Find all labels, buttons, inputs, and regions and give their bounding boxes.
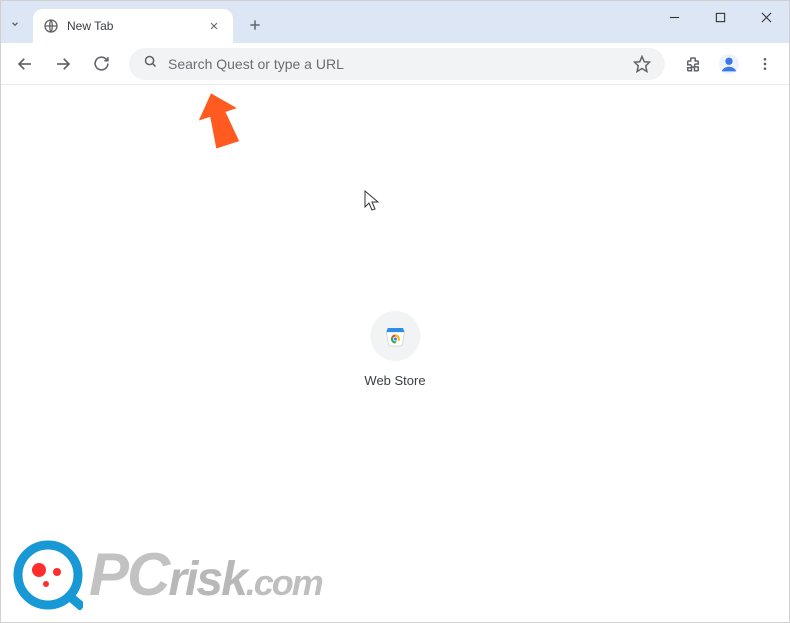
arrow-left-icon xyxy=(16,55,34,73)
tab-strip: New Tab xyxy=(1,1,789,43)
reload-button[interactable] xyxy=(85,48,117,80)
close-icon xyxy=(209,21,219,31)
search-icon xyxy=(143,54,158,74)
bookmark-button[interactable] xyxy=(633,55,651,73)
toolbar xyxy=(1,43,789,85)
tab-search-button[interactable] xyxy=(1,5,29,43)
chevron-down-icon xyxy=(10,19,20,29)
close-window-button[interactable] xyxy=(743,1,789,33)
minimize-icon xyxy=(669,12,680,23)
plus-icon xyxy=(248,18,262,32)
profile-avatar-icon xyxy=(718,53,740,75)
kebab-menu-icon xyxy=(757,56,773,72)
watermark-logo-icon xyxy=(13,540,83,610)
minimize-button[interactable] xyxy=(651,1,697,33)
shortcut-icon-circle xyxy=(370,311,420,361)
watermark-text: PC risk .com xyxy=(89,545,322,605)
omnibox[interactable] xyxy=(129,48,665,80)
maximize-button[interactable] xyxy=(697,1,743,33)
star-icon xyxy=(633,55,651,73)
forward-button[interactable] xyxy=(47,48,79,80)
extensions-button[interactable] xyxy=(677,48,709,80)
profile-button[interactable] xyxy=(715,50,743,78)
puzzle-icon xyxy=(684,55,702,73)
cursor-icon xyxy=(364,190,380,212)
watermark-risk: risk xyxy=(168,556,245,604)
close-icon xyxy=(761,12,772,23)
tab[interactable]: New Tab xyxy=(33,9,233,43)
shortcut-tile-web-store[interactable]: Web Store xyxy=(364,311,425,388)
content-area: Web Store PC risk .com xyxy=(1,85,789,622)
web-store-icon xyxy=(383,324,407,348)
browser-window: New Tab xyxy=(0,0,790,623)
new-tab-button[interactable] xyxy=(241,11,269,39)
address-input[interactable] xyxy=(168,56,623,72)
annotation-arrow-icon xyxy=(196,92,244,150)
menu-button[interactable] xyxy=(749,48,781,80)
tab-title: New Tab xyxy=(67,19,205,33)
shortcut-label: Web Store xyxy=(364,373,425,388)
watermark-com: .com xyxy=(246,565,322,601)
maximize-icon xyxy=(715,12,726,23)
arrow-right-icon xyxy=(54,55,72,73)
globe-icon xyxy=(43,18,59,34)
watermark-pc: PC xyxy=(89,545,168,605)
watermark: PC risk .com xyxy=(13,540,322,610)
back-button[interactable] xyxy=(9,48,41,80)
reload-icon xyxy=(93,55,110,72)
window-controls xyxy=(651,1,789,33)
tab-close-button[interactable] xyxy=(205,17,223,35)
